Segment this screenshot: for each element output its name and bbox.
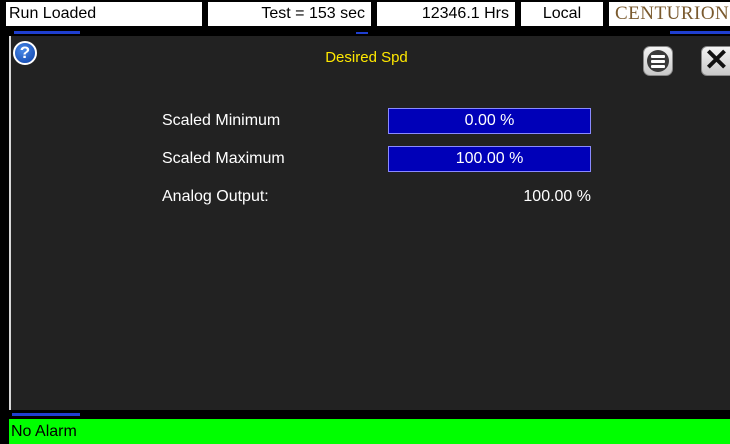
alarm-status-bar[interactable]: No Alarm — [9, 419, 730, 444]
run-state-display: Run Loaded — [6, 2, 202, 26]
close-icon: ✕ — [703, 44, 730, 77]
status-indicator-left — [14, 31, 80, 34]
alarm-indicator — [12, 413, 80, 416]
control-mode-display[interactable]: Local — [521, 2, 603, 26]
analog-output-label: Analog Output: — [162, 188, 269, 205]
test-timer-display: Test = 153 sec — [208, 2, 371, 26]
analog-output-value: 100.00 % — [523, 188, 591, 205]
brand-logo: CENTURION — [609, 2, 730, 26]
dialog-title: Desired Spd — [325, 49, 408, 66]
scaled-minimum-label: Scaled Minimum — [162, 112, 281, 129]
status-indicator-center — [356, 32, 368, 34]
menu-icon-line — [651, 55, 665, 58]
desired-speed-dialog: ? Desired Spd ✕ Scaled Minimum 0.00 % Sc… — [9, 36, 730, 410]
status-indicator-right — [670, 31, 730, 34]
menu-icon-line — [651, 60, 665, 63]
status-bar: Run Loaded Test = 153 sec 12346.1 Hrs Lo… — [0, 0, 730, 34]
menu-icon-line — [651, 65, 665, 68]
scaled-maximum-input[interactable]: 100.00 % — [388, 146, 591, 172]
scaled-minimum-input[interactable]: 0.00 % — [388, 108, 591, 134]
menu-button[interactable] — [643, 46, 673, 76]
close-button[interactable]: ✕ — [701, 46, 730, 76]
scaled-maximum-label: Scaled Maximum — [162, 150, 285, 167]
hours-display: 12346.1 Hrs — [377, 2, 515, 26]
